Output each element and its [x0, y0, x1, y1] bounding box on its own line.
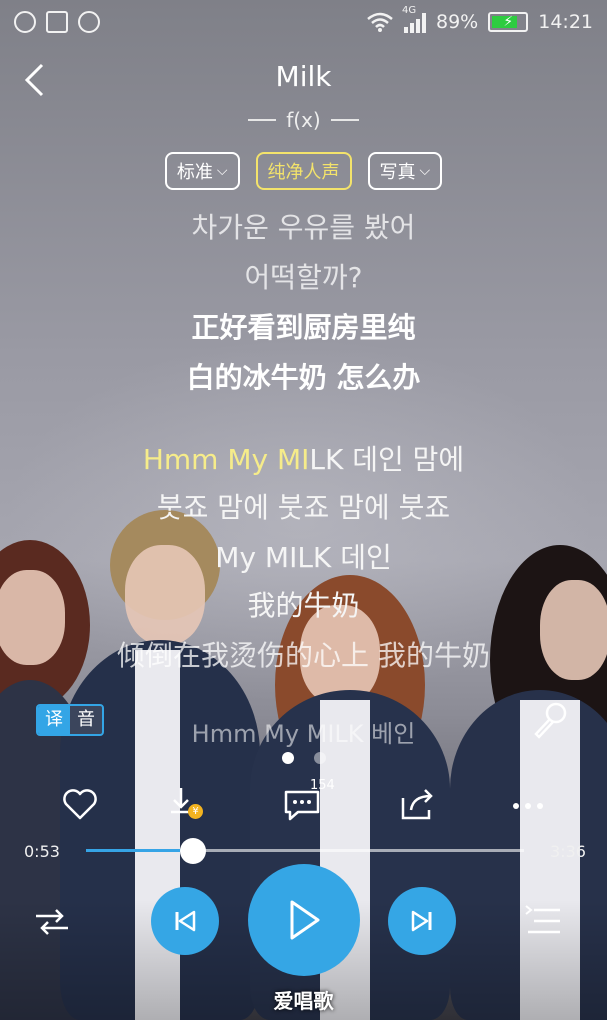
photo-label: 写真 — [379, 162, 416, 183]
lyric-sung-part: Hmm My MI — [142, 443, 310, 476]
heart-icon — [63, 789, 97, 820]
total-time: 3:36 — [550, 842, 586, 861]
play-mode-button[interactable] — [34, 906, 70, 942]
image-icon — [46, 11, 68, 33]
elapsed-time: 0:53 — [24, 842, 60, 861]
paid-badge: ¥ — [188, 804, 203, 819]
translate-option[interactable]: 译 — [38, 706, 70, 734]
lyric-line-current: Hmm My MILK 데인 맘에 — [0, 438, 607, 478]
player-header: Milk f(x) — [0, 50, 607, 160]
battery-percent: 89% — [436, 11, 479, 33]
artist-row: f(x) — [0, 108, 607, 132]
download-button[interactable]: ¥ — [163, 782, 209, 828]
artist-name[interactable]: f(x) — [286, 108, 320, 132]
battery-icon: ⚡ — [488, 12, 529, 32]
previous-button[interactable] — [151, 887, 219, 955]
lyric-line: 차가운 우유를 봤어 — [191, 211, 416, 244]
lyric-unsung-part: LK 데인 맘에 — [309, 443, 465, 476]
translate-toggle[interactable]: 译 音 — [36, 704, 104, 736]
more-dots-icon — [513, 803, 543, 809]
page-indicator — [0, 752, 607, 764]
clock: 14:21 — [538, 11, 593, 33]
app-icon — [78, 11, 100, 33]
playlist-button[interactable] — [524, 904, 562, 942]
page-dot-active — [281, 752, 294, 764]
playback-controls — [0, 860, 607, 980]
quality-label: 标准 — [176, 162, 213, 183]
comment-count: 154 — [310, 778, 335, 793]
play-button[interactable] — [248, 864, 360, 976]
download-icon — [171, 788, 191, 814]
status-icons-right: 4G 89% ⚡ 14:21 — [366, 5, 593, 33]
quality-select[interactable]: 标准 ⌵ — [164, 152, 240, 190]
lyric-line: 我的牛奶 — [247, 589, 360, 622]
vocal-only-toggle[interactable]: 纯净人声 — [255, 152, 352, 190]
pronunciation-option[interactable]: 音 — [70, 706, 102, 734]
playlist-icon — [525, 905, 560, 934]
lyric-line: 어떡할까? — [244, 261, 363, 294]
next-button[interactable] — [388, 887, 456, 955]
share-button[interactable] — [397, 782, 443, 828]
network-type: 4G — [402, 5, 417, 16]
lyric-line: 붓죠 맘에 붓죠 맘에 붓죠 — [156, 491, 451, 524]
signal-icon: 4G — [402, 5, 426, 33]
photo-select[interactable]: 写真 ⌵ — [367, 152, 443, 190]
microphone-icon — [534, 702, 567, 739]
shuffle-icon — [36, 909, 68, 935]
status-bar: 4G 89% ⚡ 14:21 — [0, 0, 607, 44]
mode-chips: 标准 ⌵ 纯净人声 写真 ⌵ — [0, 152, 607, 190]
lyric-line: 倾倒在我烫伤的心上 我的牛奶 — [117, 639, 490, 672]
radio-icon — [14, 11, 36, 33]
more-button[interactable] — [508, 782, 554, 828]
played-portion — [86, 849, 194, 852]
lyric-line: 正好看到厨房里纯 — [191, 311, 416, 344]
skip-previous-icon — [175, 910, 196, 932]
share-icon — [401, 789, 433, 820]
wifi-icon — [367, 12, 393, 32]
chevron-down-icon: ⌵ — [419, 163, 431, 179]
vocal-only-label: 纯净人声 — [267, 162, 340, 183]
lyric-line: 白的冰牛奶 怎么办 — [186, 361, 421, 394]
seek-track[interactable] — [86, 849, 524, 852]
skip-next-icon — [411, 910, 432, 932]
microphone-button[interactable] — [530, 700, 570, 740]
page-dot — [313, 752, 326, 764]
watermark: 爱唱歌 — [273, 989, 334, 1013]
status-icons-left — [14, 11, 100, 33]
lyric-line: My MILK 데인 — [215, 541, 392, 574]
chevron-down-icon: ⌵ — [216, 163, 228, 179]
play-icon — [290, 900, 320, 940]
action-bar: ¥ 154 — [0, 778, 607, 832]
comments-button[interactable]: 154 — [280, 778, 335, 828]
like-button[interactable] — [58, 782, 104, 828]
song-title: Milk — [275, 60, 332, 93]
